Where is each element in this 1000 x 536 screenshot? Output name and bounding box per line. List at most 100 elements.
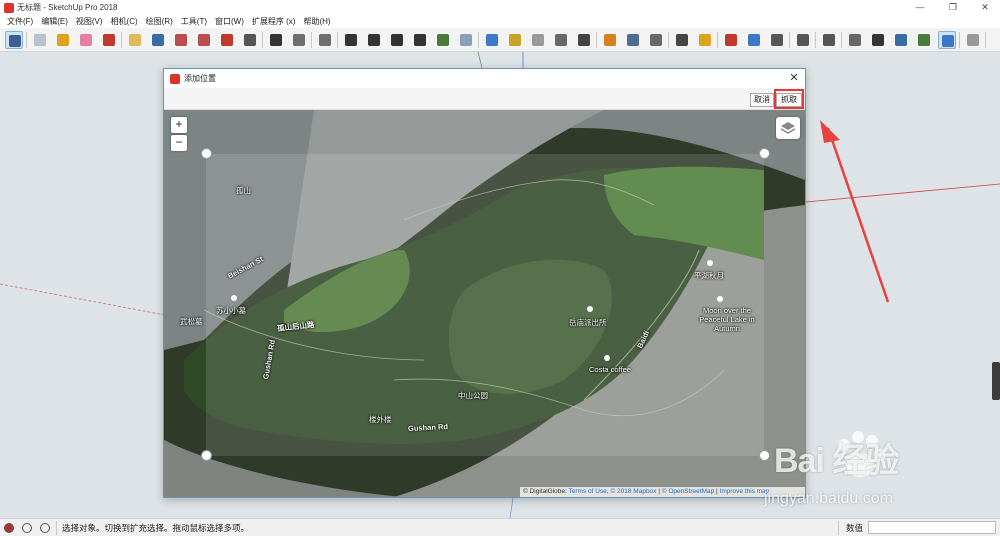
credits-icon[interactable] [22,523,32,533]
osm-link[interactable]: © OpenStreetMap [662,488,714,495]
poi-marker [707,260,713,266]
menu-window[interactable]: 窗口(W) [211,16,248,27]
side-panel-handle[interactable] [992,362,1000,400]
map-layers-button[interactable] [776,117,800,139]
measure-button[interactable] [506,31,524,49]
cancel-button[interactable]: 取消 [750,93,774,107]
3d-warehouse-button[interactable] [575,31,593,49]
shaded-style-button[interactable] [846,31,864,49]
poi-marker [587,306,593,312]
hidden-line-style-button[interactable] [820,31,838,49]
layout-button[interactable] [624,31,642,49]
menu-draw[interactable]: 绘图(R) [142,16,177,27]
close-window-button[interactable]: ✕ [970,0,1000,15]
download-button[interactable] [964,31,982,49]
sound-button[interactable] [552,31,570,49]
wireframe-style-icon [797,34,809,46]
sections-button[interactable] [673,31,691,49]
window-titlebar: 无标题 - SketchUp Pro 2018 — ❐ ✕ [0,0,1000,15]
front-view-button[interactable] [342,31,360,49]
walk-button[interactable] [267,31,285,49]
selection-handle-top-left[interactable] [201,148,212,159]
shield-button[interactable] [696,31,714,49]
monochrome-style-button[interactable] [892,31,910,49]
poi-marker [604,355,610,361]
sandbox-button[interactable] [938,31,956,49]
zoom-extents-icon [198,34,210,46]
menu-view[interactable]: 视图(V) [72,16,107,27]
terms-link[interactable]: Terms of Use [569,488,607,495]
map-label-costa-coffee: Costa coffee [589,365,631,374]
poi-marker [717,296,723,302]
restore-button[interactable]: ❐ [938,0,968,15]
capture-selection-area[interactable] [206,154,764,456]
selection-handle-top-right[interactable] [759,148,770,159]
scenes-button[interactable] [915,31,933,49]
add-location-button[interactable] [434,31,452,49]
wireframe-style-button[interactable] [794,31,812,49]
iso-view-button[interactable] [290,31,308,49]
orbit-button[interactable] [100,31,118,49]
make-component-button[interactable] [31,31,49,49]
geo-location-icon[interactable] [4,523,14,533]
user-account-icon[interactable] [40,523,50,533]
front-view-icon [345,34,357,46]
extension-warehouse-button[interactable] [601,31,619,49]
styles-button[interactable] [647,31,665,49]
photo-textures-button[interactable] [483,31,501,49]
model-info-button[interactable] [722,31,740,49]
position-camera-icon [221,34,233,46]
zoom-window-button[interactable] [172,31,190,49]
left-view-button[interactable] [411,31,429,49]
eraser-button[interactable] [77,31,95,49]
toggle-terrain-button[interactable] [457,31,475,49]
sections-icon [676,34,688,46]
zoom-out-button[interactable]: − [171,135,187,151]
backedges-style-button[interactable] [768,31,786,49]
zoom-in-button[interactable]: + [171,117,187,133]
shaded-texture-style-button[interactable] [869,31,887,49]
menu-tools[interactable]: 工具(T) [177,16,211,27]
menu-edit[interactable]: 编辑(E) [37,16,72,27]
status-message: 选择对象。切换到扩充选择。拖动鼠标选择多项。 [62,523,250,533]
minimize-button[interactable]: — [905,0,935,15]
map-label-pinghu-qiuyue: 平湖秋月 [694,271,724,280]
look-around-button[interactable] [241,31,259,49]
map-label-louwailou: 楼外楼 [369,415,392,424]
menu-help[interactable]: 帮助(H) [299,16,334,27]
download-icon [967,34,979,46]
make-component-icon [34,34,46,46]
pan-button[interactable] [126,31,144,49]
mapbox-link[interactable]: © 2018 Mapbox [610,488,656,495]
zoom-button[interactable] [149,31,167,49]
top-view-button[interactable] [316,31,334,49]
layers-icon [780,122,796,134]
measurements-input[interactable] [868,521,996,534]
annotation-arrow [820,120,890,303]
paint-bucket-icon [57,34,69,46]
xray-style-button[interactable] [745,31,763,49]
window-title: 无标题 - SketchUp Pro 2018 [17,3,118,12]
position-camera-button[interactable] [218,31,236,49]
dialog-close-button[interactable]: ✕ [786,71,802,86]
select-tool-button[interactable] [5,31,23,49]
scenes-icon [918,34,930,46]
eraser-icon [80,34,92,46]
toolbar-separator [959,32,960,48]
toolbar-separator [815,32,816,48]
back-view-button[interactable] [388,31,406,49]
extension-warehouse-icon [604,34,616,46]
orbit-icon [103,34,115,46]
camera-button[interactable] [529,31,547,49]
toolbar-separator [789,32,790,48]
dialog-action-bar: 取消 抓取 [164,88,805,110]
satellite-map[interactable]: + − Beishan St 孤山 苏小小墓 孤山后山路 Gushan Rd G… [164,110,805,497]
menu-extensions[interactable]: 扩展程序 (x) [248,16,300,27]
top-view-icon [319,34,331,46]
menu-file[interactable]: 文件(F) [3,16,37,27]
selection-handle-bottom-left[interactable] [201,450,212,461]
paint-bucket-button[interactable] [54,31,72,49]
right-view-button[interactable] [365,31,383,49]
menu-camera[interactable]: 相机(C) [107,16,142,27]
zoom-extents-button[interactable] [195,31,213,49]
